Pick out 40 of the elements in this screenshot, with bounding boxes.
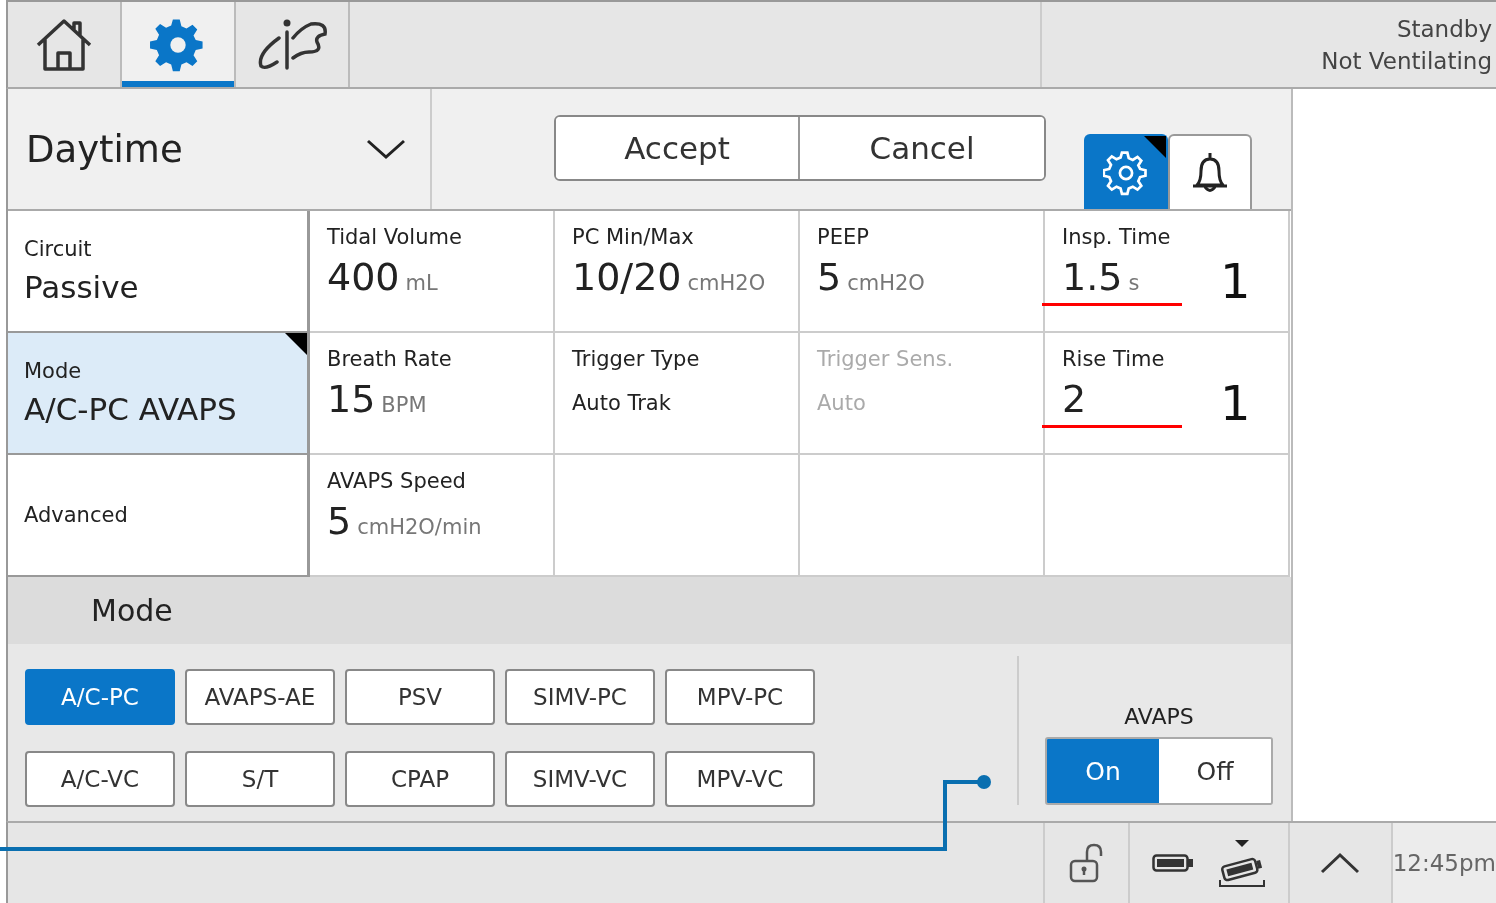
setting-tile[interactable]: PEEP 5 cmH2O bbox=[800, 211, 1045, 333]
setting-tile[interactable]: Insp. Time 1.5 s 1 bbox=[1045, 211, 1290, 333]
mode-option[interactable]: A/C-PC bbox=[25, 669, 175, 725]
toggle-option[interactable]: Off bbox=[1159, 739, 1271, 803]
setting-tile[interactable]: Trigger Type Auto Trak bbox=[555, 333, 800, 455]
panel-tab[interactable] bbox=[1168, 134, 1252, 209]
mode-option[interactable]: AVAPS-AE bbox=[185, 669, 335, 725]
battery-icon bbox=[1152, 854, 1195, 872]
panel-tab[interactable] bbox=[1084, 134, 1168, 209]
correction-text: 1 bbox=[1220, 375, 1251, 431]
mode-option[interactable]: MPV-VC bbox=[665, 751, 815, 807]
ventilation-detail: Not Ventilating bbox=[1321, 47, 1492, 74]
setting-tile[interactable]: Breath Rate 15 BPM bbox=[310, 333, 555, 455]
mode-option[interactable]: A/C-VC bbox=[25, 751, 175, 807]
action-button[interactable]: Accept bbox=[556, 117, 800, 179]
mode-option[interactable]: CPAP bbox=[345, 751, 495, 807]
chevron-down-icon bbox=[366, 138, 406, 160]
ventilation-state: Standby bbox=[1396, 15, 1492, 42]
clock-time: 12:45pm bbox=[1392, 850, 1496, 876]
category-item[interactable]: Mode A/C-PC AVAPS bbox=[8, 333, 310, 455]
category-item[interactable]: Circuit Passive bbox=[8, 211, 310, 333]
unlocked-icon[interactable] bbox=[1069, 843, 1104, 883]
mode-option[interactable]: MPV-PC bbox=[665, 669, 815, 725]
chevron-up-icon bbox=[1320, 852, 1361, 874]
category-item[interactable]: Advanced bbox=[8, 455, 310, 577]
mode-option[interactable]: S/T bbox=[185, 751, 335, 807]
mode-option[interactable]: PSV bbox=[345, 669, 495, 725]
setting-tile[interactable]: Rise Time 2 1 bbox=[1045, 333, 1290, 455]
setting-tile[interactable]: AVAPS Speed 5 cmH2O/min bbox=[310, 455, 555, 577]
mode-option[interactable]: SIMV-VC bbox=[505, 751, 655, 807]
setting-tile[interactable]: Tidal Volume 400 mL bbox=[310, 211, 555, 333]
home-icon bbox=[34, 16, 94, 73]
section-title: Mode bbox=[91, 593, 173, 628]
mode-option[interactable]: SIMV-PC bbox=[505, 669, 655, 725]
battery-tray-icon bbox=[1218, 838, 1267, 888]
correction-text: 1 bbox=[1220, 253, 1251, 309]
gear-icon bbox=[1103, 149, 1149, 196]
setting-tile[interactable]: PC Min/Max 10/20 cmH2O bbox=[555, 211, 800, 333]
toggle-label: AVAPS bbox=[1124, 704, 1194, 729]
toggle-option[interactable]: On bbox=[1047, 739, 1159, 803]
